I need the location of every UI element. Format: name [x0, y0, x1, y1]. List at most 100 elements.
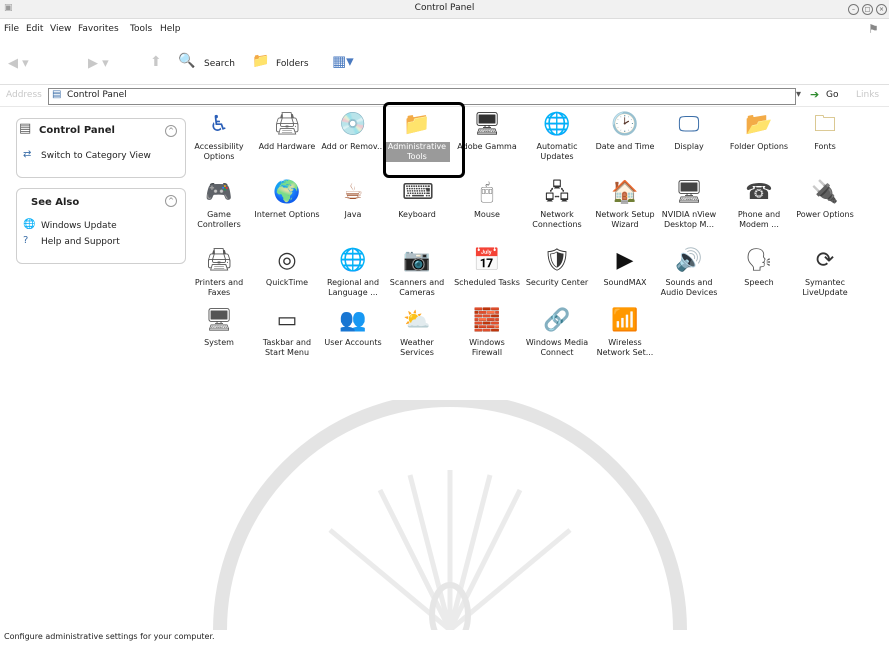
cp-item[interactable]: 📂 Folder Options: [726, 108, 792, 178]
menu-file[interactable]: File: [4, 24, 19, 34]
menu-favorites[interactable]: Favorites: [78, 24, 119, 34]
menu-view[interactable]: View: [50, 24, 71, 34]
views-icon[interactable]: ▦▾: [332, 52, 354, 70]
maximize-button[interactable]: □: [862, 4, 873, 15]
help-support-link[interactable]: Help and Support: [41, 237, 120, 247]
see-also-heading: See Also: [31, 197, 80, 208]
cp-item-label: NVIDIA nView Desktop M...: [661, 210, 717, 229]
power-icon: 🔌: [811, 180, 839, 205]
collapse-icon[interactable]: ^: [165, 195, 177, 207]
speech-icon: 🗣: [745, 248, 773, 273]
cp-item[interactable]: 🏠 Network Setup Wizard: [592, 176, 658, 246]
menu-help[interactable]: Help: [160, 24, 181, 34]
scanner-icon: 📷: [403, 248, 431, 273]
internet-icon: 🌍: [273, 180, 301, 205]
quicktime-icon: ◎: [277, 248, 297, 273]
gamepad-icon: 🎮: [205, 180, 233, 205]
cp-item-label: Regional and Language ...: [326, 278, 380, 297]
cp-item-label: Game Controllers: [197, 210, 241, 229]
go-arrow-icon[interactable]: ➔: [810, 88, 819, 101]
cp-item[interactable]: ▭ Taskbar and Start Menu: [254, 304, 320, 374]
menu-edit[interactable]: Edit: [26, 24, 43, 34]
cp-item-label: System: [204, 338, 234, 347]
back-arrow-icon[interactable]: ◀ ▾: [8, 56, 29, 71]
see-also-box: See Also ^ 🌐 Windows Update ? Help and S…: [16, 188, 186, 264]
forward-arrow-icon[interactable]: ▶ ▾: [88, 56, 109, 71]
cp-item[interactable]: 🖧 Network Connections: [524, 176, 590, 246]
cp-item[interactable]: 🌐 Automatic Updates: [524, 108, 590, 178]
cp-item[interactable]: 🔗 Windows Media Connect: [524, 304, 590, 374]
minimize-button[interactable]: –: [848, 4, 859, 15]
speaker-icon: 🔊: [675, 248, 703, 273]
cp-item[interactable]: ⛅ Weather Services: [384, 304, 450, 374]
windows-flag-icon: ⚑: [868, 22, 879, 36]
cp-item[interactable]: 🕑 Date and Time: [592, 108, 658, 178]
cp-item[interactable]: 🖥 NVIDIA nView Desktop M...: [656, 176, 722, 246]
close-button[interactable]: ×: [876, 4, 887, 15]
cp-item[interactable]: ⌨ Keyboard: [384, 176, 450, 246]
search-icon[interactable]: 🔍: [178, 53, 195, 69]
cp-item[interactable]: 🗣 Speech: [726, 244, 792, 314]
cp-item[interactable]: 🌍 Internet Options: [254, 176, 320, 246]
watermark-seal: [213, 400, 687, 630]
scheduled-tasks-icon: 📅: [473, 248, 501, 273]
users-icon: 👥: [339, 308, 367, 333]
menu-tools[interactable]: Tools: [130, 24, 152, 34]
cp-item[interactable]: 📶 Wireless Network Set...: [592, 304, 658, 374]
help-icon: ?: [23, 235, 29, 246]
address-dropdown-icon[interactable]: ▾: [796, 89, 801, 100]
cp-item[interactable]: 💿 Add or Remov...: [320, 108, 386, 178]
search-button[interactable]: Search: [204, 59, 235, 69]
address-label: Address: [6, 90, 42, 100]
cp-item[interactable]: ☎ Phone and Modem ...: [726, 176, 792, 246]
cp-item[interactable]: 🖵 Display: [656, 108, 722, 178]
cp-item-label: Date and Time: [595, 142, 655, 151]
hardware-icon: 🖨: [273, 112, 301, 137]
cp-item-label: Speech: [744, 278, 774, 287]
up-folder-icon[interactable]: ⬆: [150, 54, 162, 70]
folders-button[interactable]: Folders: [276, 59, 309, 69]
cp-item-label: Network Connections: [532, 210, 582, 229]
system-icon: 🖥: [205, 308, 233, 333]
windows-update-link[interactable]: Windows Update: [41, 221, 117, 231]
globe-icon: 🌐: [543, 112, 571, 137]
cp-item-label: Mouse: [474, 210, 500, 219]
cp-item[interactable]: 🗀 Fonts: [792, 108, 858, 178]
folder-options-icon: 📂: [745, 112, 773, 137]
java-icon: ☕: [343, 180, 363, 205]
cp-item-label: Printers and Faxes: [194, 278, 244, 297]
cp-item[interactable]: ♿ Accessibility Options: [186, 108, 252, 178]
media-connect-icon: 🔗: [543, 308, 571, 333]
windows-update-icon: 🌐: [23, 219, 36, 230]
switch-category-view-link[interactable]: Switch to Category View: [41, 151, 151, 161]
cp-item[interactable]: 🖥 System: [186, 304, 252, 374]
mouse-icon: 🖱: [480, 180, 494, 205]
cp-item-label: Automatic Updates: [536, 142, 578, 161]
cp-item[interactable]: 🎮 Game Controllers: [186, 176, 252, 246]
cp-item-label: Fonts: [814, 142, 836, 151]
collapse-icon[interactable]: ^: [165, 125, 177, 137]
cp-item[interactable]: 🔊 Sounds and Audio Devices: [656, 244, 722, 314]
cp-item[interactable]: 🖱 Mouse: [454, 176, 520, 246]
cp-item[interactable]: 🧱 Windows Firewall: [454, 304, 520, 374]
go-button[interactable]: Go: [826, 90, 838, 100]
toolbar: ◀ ▾ ▶ ▾ ⬆ 🔍 Search 📁 Folders ▦▾: [0, 40, 889, 85]
fonts-icon: 🗀: [813, 112, 836, 137]
folders-icon[interactable]: 📁: [252, 53, 269, 69]
control-panel-box: ▤ Control Panel ^ ⇄ Switch to Category V…: [16, 118, 186, 178]
cp-item[interactable]: 👥 User Accounts: [320, 304, 386, 374]
control-panel-icon: ▤: [19, 121, 32, 136]
links-button[interactable]: Links: [856, 90, 879, 100]
printer-icon: 🖨: [205, 248, 233, 273]
taskbar-icon: ▭: [276, 308, 298, 333]
shield-icon: 🛡: [543, 248, 571, 273]
switch-view-icon: ⇄: [23, 149, 32, 160]
control-panel-items: ♿ Accessibility Options 🖨 Add Hardware 💿 Add …: [186, 108, 853, 408]
cp-item[interactable]: 🖨 Add Hardware: [254, 108, 320, 178]
symantec-icon: ⟳: [815, 248, 835, 273]
nvidia-icon: 🖥: [675, 180, 703, 205]
cp-item[interactable]: ☕ Java: [320, 176, 386, 246]
cp-item[interactable]: 🔌 Power Options: [792, 176, 858, 246]
cp-item-label: User Accounts: [324, 338, 382, 347]
cp-item[interactable]: ⟳ Symantec LiveUpdate: [792, 244, 858, 314]
